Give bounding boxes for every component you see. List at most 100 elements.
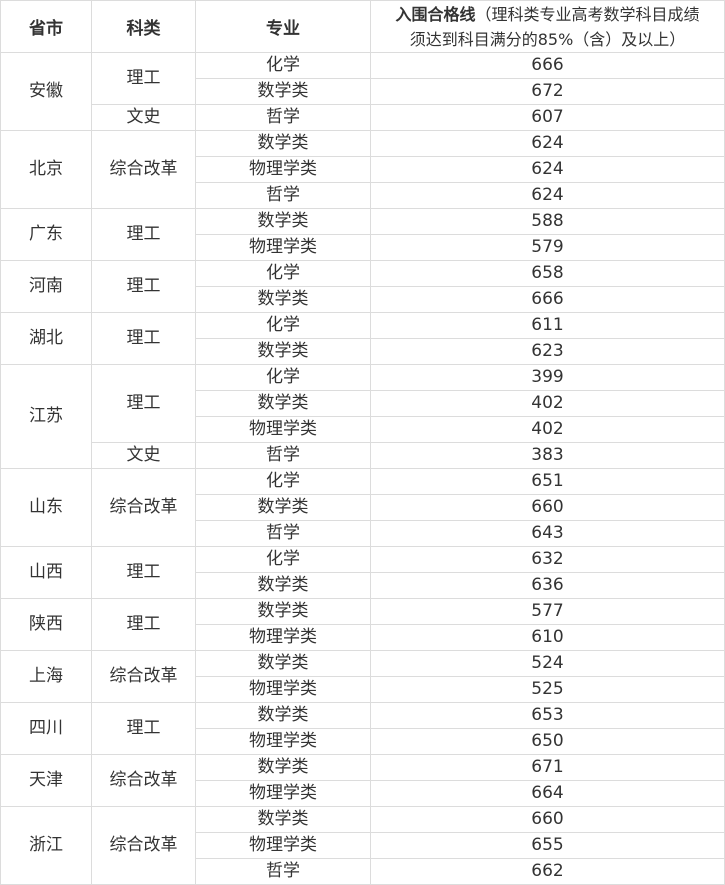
score-cell: 402 — [370, 390, 725, 417]
score-cell: 651 — [370, 468, 725, 495]
table-row: 广东 理工 数学类 588 — [0, 208, 725, 261]
major-cell: 数学类 — [195, 572, 371, 599]
header-score-note-line1: （理科类专业高考数学科目成绩 — [475, 4, 700, 24]
major-cell: 数学类 — [195, 286, 371, 313]
major-cell: 数学类 — [195, 494, 371, 521]
table-row: 上海 综合改革 数学类 524 — [0, 650, 725, 703]
major-cell: 数学类 — [195, 130, 371, 157]
score-cell: 664 — [370, 780, 725, 807]
header-score: 入围合格线（理科类专业高考数学科目成绩 须达到科目满分的85%（含）及以上） — [370, 0, 725, 53]
table-row: 山东 综合改革 化学 651 — [0, 468, 725, 547]
score-cell: 666 — [370, 52, 725, 79]
score-cell: 658 — [370, 260, 725, 287]
province-cell: 山西 — [0, 546, 92, 599]
category-cell: 理工 — [91, 546, 196, 599]
score-cell: 524 — [370, 650, 725, 677]
score-cell: 610 — [370, 624, 725, 651]
table-body: 安徽 理工 化学 666 数学类 672 文史 哲学 607 北京 综合改革 数学类 624 物理学类 62… — [0, 52, 725, 885]
province-cell: 河南 — [0, 260, 92, 313]
province-cell: 陕西 — [0, 598, 92, 651]
score-cell: 662 — [370, 858, 725, 885]
table-row: 四川 理工 数学类 653 — [0, 702, 725, 755]
category-cell: 理工 — [91, 702, 196, 755]
major-cell: 数学类 — [195, 78, 371, 105]
score-cell: 607 — [370, 104, 725, 131]
major-cell: 化学 — [195, 468, 371, 495]
major-cell: 化学 — [195, 364, 371, 391]
category-cell: 理工 — [91, 208, 196, 261]
major-cell: 物理学类 — [195, 780, 371, 807]
score-cell: 402 — [370, 416, 725, 443]
major-cell: 化学 — [195, 546, 371, 573]
table-row: 浙江 综合改革 数学类 660 — [0, 806, 725, 885]
major-cell: 数学类 — [195, 390, 371, 417]
category-cell: 理工 — [91, 364, 196, 443]
major-cell: 物理学类 — [195, 624, 371, 651]
score-cell: 383 — [370, 442, 725, 469]
score-cell: 660 — [370, 806, 725, 833]
table-row: 文史 哲学 607 — [1, 104, 725, 131]
table-row: 北京 综合改革 数学类 624 — [0, 130, 725, 209]
major-cell: 哲学 — [195, 520, 371, 547]
score-cell: 624 — [370, 156, 725, 183]
header-province: 省市 — [0, 0, 92, 53]
score-cell: 632 — [370, 546, 725, 573]
score-cell: 666 — [370, 286, 725, 313]
table-row: 江苏 理工 化学 399 — [0, 364, 725, 469]
province-cell: 北京 — [0, 130, 92, 209]
province-cell: 山东 — [0, 468, 92, 547]
major-cell: 化学 — [195, 260, 371, 287]
admission-score-table: 省市 科类 专业 入围合格线（理科类专业高考数学科目成绩 须达到科目满分的85%（… — [0, 0, 725, 885]
major-cell: 哲学 — [195, 182, 371, 209]
major-cell: 化学 — [195, 312, 371, 339]
category-cell: 综合改革 — [91, 754, 196, 807]
category-cell: 综合改革 — [91, 130, 196, 209]
province-cell: 安徽 — [0, 52, 92, 131]
major-cell: 数学类 — [195, 806, 371, 833]
category-cell: 理工 — [91, 260, 196, 313]
major-cell: 哲学 — [195, 104, 371, 131]
score-cell: 672 — [370, 78, 725, 105]
category-cell: 综合改革 — [91, 468, 196, 547]
major-cell: 数学类 — [195, 208, 371, 235]
table-header: 省市 科类 专业 入围合格线（理科类专业高考数学科目成绩 须达到科目满分的85%（… — [0, 0, 725, 53]
category-cell: 综合改革 — [91, 806, 196, 885]
province-cell: 湖北 — [0, 312, 92, 365]
table-row: 河南 理工 化学 658 — [0, 260, 725, 313]
province-cell: 浙江 — [0, 806, 92, 885]
major-cell: 物理学类 — [195, 416, 371, 443]
province-cell: 江苏 — [0, 364, 92, 469]
major-cell: 物理学类 — [195, 234, 371, 261]
header-category: 科类 — [91, 0, 196, 53]
score-cell: 588 — [370, 208, 725, 235]
category-cell: 理工 — [91, 52, 196, 105]
major-cell: 哲学 — [195, 858, 371, 885]
score-cell: 643 — [370, 520, 725, 547]
table-row: 湖北 理工 化学 611 — [0, 312, 725, 365]
province-cell: 上海 — [0, 650, 92, 703]
score-cell: 655 — [370, 832, 725, 859]
table-row: 安徽 理工 化学 666 — [0, 52, 725, 131]
score-cell: 653 — [370, 702, 725, 729]
major-cell: 数学类 — [195, 702, 371, 729]
major-cell: 物理学类 — [195, 728, 371, 755]
major-cell: 化学 — [195, 52, 371, 79]
province-cell: 广东 — [0, 208, 92, 261]
table-row: 山西 理工 化学 632 — [0, 546, 725, 599]
header-row: 省市 科类 专业 入围合格线（理科类专业高考数学科目成绩 须达到科目满分的85%（… — [0, 0, 725, 53]
major-cell: 数学类 — [195, 754, 371, 781]
score-cell: 579 — [370, 234, 725, 261]
major-cell: 物理学类 — [195, 832, 371, 859]
major-cell: 数学类 — [195, 338, 371, 365]
header-score-note-line2: 须达到科目满分的85%（含）及以上） — [409, 29, 686, 49]
score-cell: 671 — [370, 754, 725, 781]
province-cell: 天津 — [0, 754, 92, 807]
major-cell: 物理学类 — [195, 676, 371, 703]
category-cell: 理工 — [91, 312, 196, 365]
province-cell: 四川 — [0, 702, 92, 755]
header-major: 专业 — [195, 0, 371, 53]
score-cell: 636 — [370, 572, 725, 599]
category-cell: 综合改革 — [91, 650, 196, 703]
category-cell: 理工 — [91, 598, 196, 651]
score-cell: 660 — [370, 494, 725, 521]
